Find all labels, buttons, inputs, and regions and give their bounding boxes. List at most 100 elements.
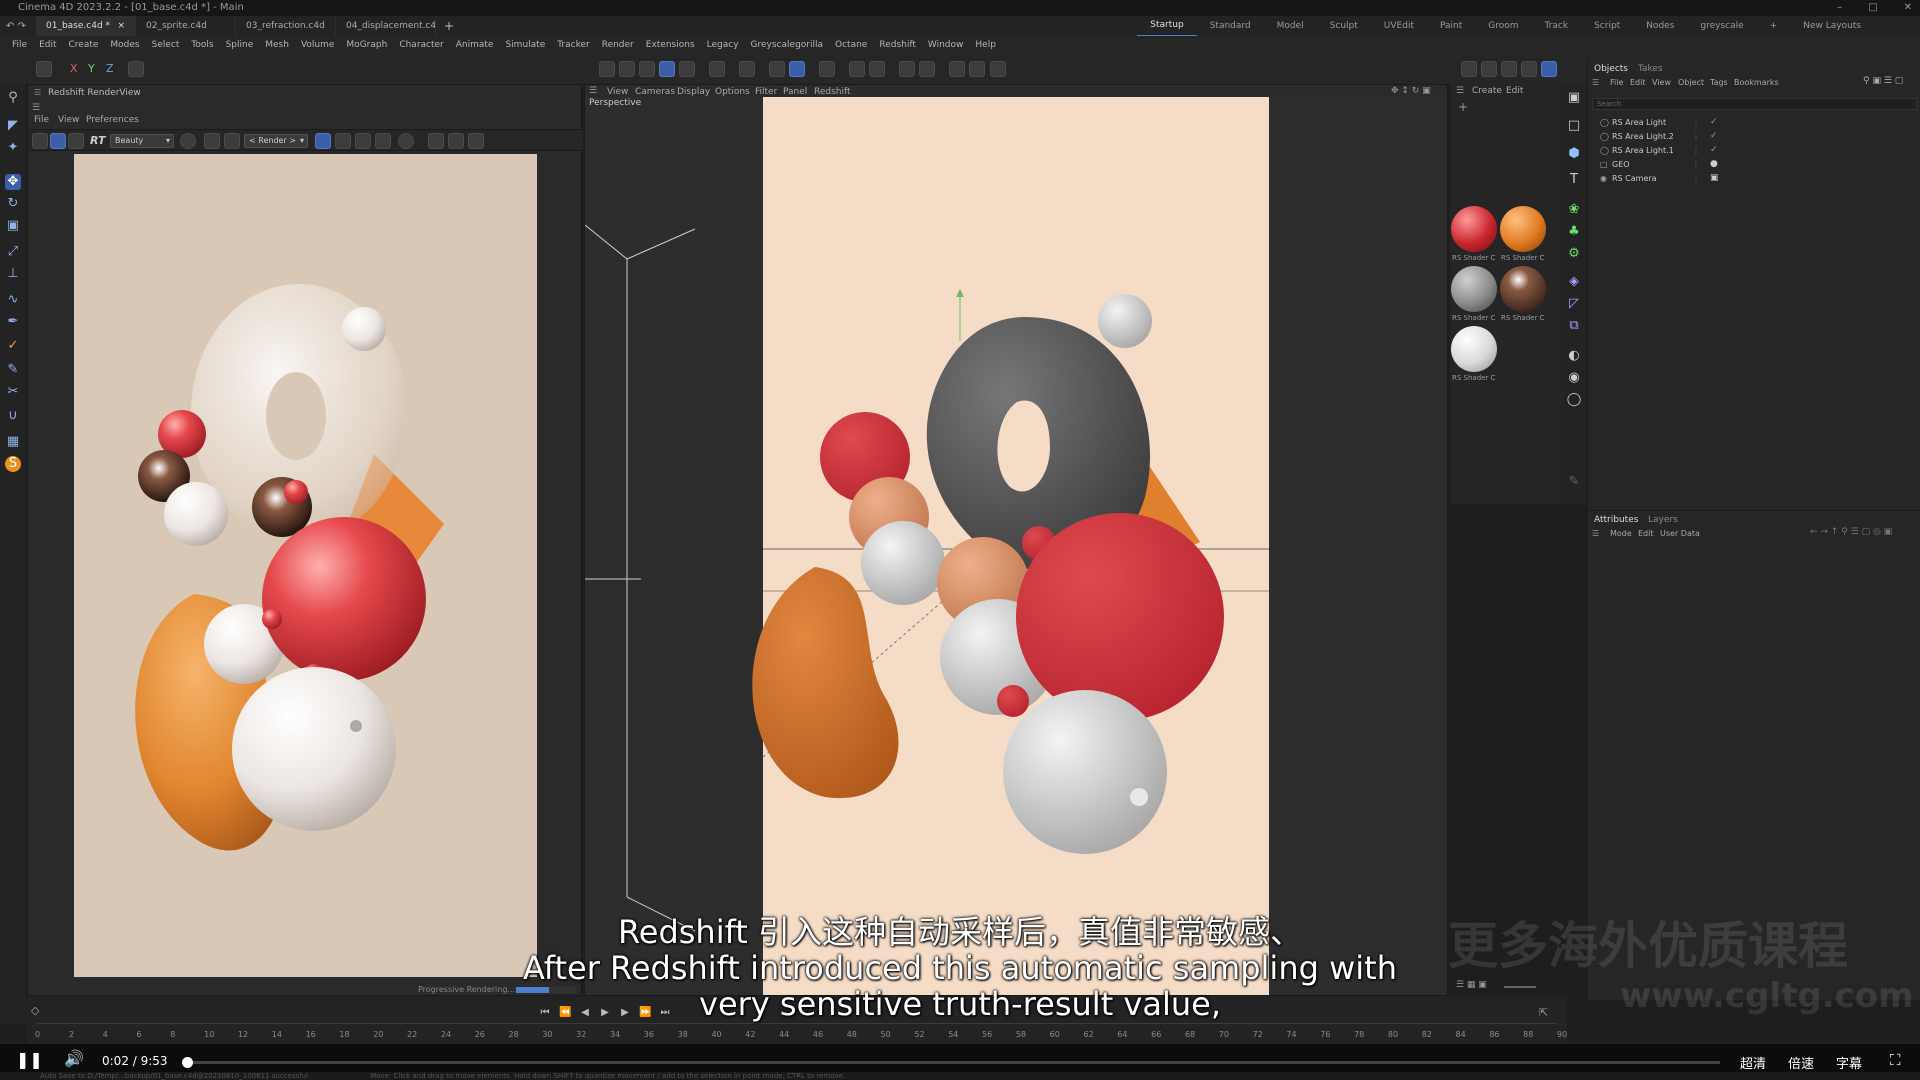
add-material-icon[interactable]: +	[1458, 100, 1468, 114]
om-search-icons[interactable]: ⚲ ▣ ☰ ▢	[1863, 76, 1903, 86]
material-swatch-4[interactable]	[1451, 326, 1497, 372]
visibility-dots[interactable]: ⋮	[1692, 158, 1700, 171]
timer-icon[interactable]	[969, 61, 985, 77]
material-swatch-1[interactable]	[1500, 206, 1546, 252]
menu-render[interactable]: Render	[596, 40, 640, 50]
paint-icon[interactable]: ✎	[5, 362, 21, 378]
pen-icon[interactable]: ✒	[5, 314, 21, 330]
visibility-dots[interactable]: ⋮	[1692, 130, 1700, 143]
om-menu-file[interactable]: File	[1610, 78, 1623, 87]
z-axis-toggle[interactable]: Z	[106, 62, 114, 75]
transform-icon[interactable]: ⤢	[5, 244, 21, 260]
save-image-icon[interactable]	[32, 133, 48, 149]
menu-edit[interactable]: Edit	[33, 40, 62, 50]
plugin-s-icon[interactable]: S	[5, 456, 21, 472]
attr-menu-mode[interactable]: Mode	[1610, 529, 1632, 538]
rt-toggle[interactable]: RT	[90, 134, 105, 147]
enabled-check-icon[interactable]: ✓	[1710, 116, 1718, 129]
material-menu-edit[interactable]: Edit	[1506, 86, 1523, 96]
effector-icon[interactable]	[949, 61, 965, 77]
viewport-canvas[interactable]	[585, 97, 1447, 995]
viewport-solo-icon[interactable]: ▣	[1566, 90, 1582, 106]
render-view-icon[interactable]	[599, 61, 615, 77]
sun-icon[interactable]	[375, 133, 391, 149]
om-menu-tags[interactable]: Tags	[1710, 78, 1728, 87]
aov-select[interactable]: Beauty ▾	[110, 134, 174, 148]
panel-handle-icon[interactable]: ☰	[34, 88, 41, 97]
menu-octane[interactable]: Octane	[829, 40, 873, 50]
material-swatch-0[interactable]	[1451, 206, 1497, 252]
object-row-geo[interactable]: □ GEO ⋮ ●	[1600, 158, 1910, 171]
maximize-icon[interactable]: □	[1868, 0, 1877, 16]
edit-icon[interactable]: ✎	[1566, 474, 1582, 490]
environment-icon[interactable]: ◐	[1566, 348, 1582, 364]
subtitle-button[interactable]: 字幕	[1836, 1053, 1862, 1072]
cube-icon[interactable]: ⬢	[1566, 146, 1582, 162]
measure-icon[interactable]: ▦	[5, 434, 21, 450]
object-row-area-light[interactable]: ◯ RS Area Light ⋮ ✓	[1600, 116, 1910, 129]
menu-legacy[interactable]: Legacy	[701, 40, 745, 50]
menu-select[interactable]: Select	[146, 40, 186, 50]
menu-spline[interactable]: Spline	[220, 40, 260, 50]
y-axis-toggle[interactable]: Y	[88, 62, 95, 75]
menu-tracker[interactable]: Tracker	[551, 40, 595, 50]
tab-objects[interactable]: Objects	[1594, 64, 1628, 74]
visibility-dots[interactable]: ⋮	[1692, 172, 1700, 185]
fit-icon[interactable]	[428, 133, 444, 149]
deformer-icon[interactable]: ⚙	[1566, 246, 1582, 262]
edge-mode-icon[interactable]	[679, 61, 695, 77]
minimize-icon[interactable]: –	[1837, 0, 1842, 16]
select-icon[interactable]: ◤	[5, 118, 21, 134]
object-row-area-light-1[interactable]: ◯ RS Area Light.1 ⋮ ✓	[1600, 144, 1910, 157]
coordinate-system-icon[interactable]	[128, 61, 144, 77]
spline-icon[interactable]: ◸	[1566, 296, 1582, 312]
attr-menu-icon[interactable]: ☰	[1592, 529, 1599, 538]
vp-menu-panel[interactable]: Panel	[783, 87, 807, 97]
menu-tools[interactable]: Tools	[185, 40, 219, 50]
menu-help[interactable]: Help	[969, 40, 1002, 50]
layout-tab-startup[interactable]: Startup	[1137, 15, 1197, 37]
vp-menu-filter[interactable]: Filter	[755, 87, 777, 97]
color-icon[interactable]	[180, 133, 196, 149]
vp-menu-redshift[interactable]: Redshift	[814, 87, 851, 97]
om-menu-bookmarks[interactable]: Bookmarks	[1734, 78, 1779, 87]
grid-snap-icon[interactable]	[769, 61, 785, 77]
material-swatch-2[interactable]	[1451, 266, 1497, 312]
camera-icon[interactable]	[899, 61, 915, 77]
target-icon[interactable]	[919, 61, 935, 77]
null-icon[interactable]: □	[1566, 118, 1582, 134]
object-row-rs-camera[interactable]: ◉ RS Camera ⋮ ▣	[1600, 172, 1910, 185]
snap-icon[interactable]	[739, 61, 755, 77]
spline-pen-icon[interactable]: ∿	[5, 292, 21, 308]
tab-layers[interactable]: Layers	[1648, 515, 1678, 525]
menu-redshift[interactable]: Redshift	[873, 40, 922, 50]
pause-icon[interactable]: ❚❚	[16, 1050, 43, 1069]
layout-tab-greyscale[interactable]: greyscale	[1687, 16, 1756, 36]
quality-button[interactable]: 超清	[1740, 1053, 1766, 1072]
brush-icon[interactable]: ✓	[5, 338, 21, 354]
generator-icon[interactable]: ❀	[1566, 202, 1582, 218]
redshift-icon[interactable]	[990, 61, 1006, 77]
add-layout-icon[interactable]: +	[1757, 16, 1791, 36]
axis-icon[interactable]: ⊥	[5, 266, 21, 282]
viewport-menu-icon[interactable]: ☰	[589, 86, 597, 96]
tab-close-icon[interactable]: ×	[117, 16, 125, 36]
grid-icon[interactable]	[204, 133, 220, 149]
layout-tab-nodes[interactable]: Nodes	[1633, 16, 1687, 36]
vp-menu-cameras[interactable]: Cameras	[635, 87, 675, 97]
enabled-check-icon[interactable]: ✓	[1710, 130, 1718, 143]
magnet-icon[interactable]: ∪	[5, 408, 21, 424]
scene-camera-icon[interactable]: ◉	[1566, 370, 1582, 386]
add-tab-icon[interactable]: +	[436, 19, 454, 33]
settings-icon[interactable]	[869, 61, 885, 77]
viewport-nav-icons[interactable]: ✥ ↕ ↻ ▣	[1391, 86, 1431, 96]
material-swatch-3[interactable]	[1500, 266, 1546, 312]
tab-takes[interactable]: Takes	[1638, 64, 1663, 74]
live-select-icon[interactable]: ✦	[5, 140, 21, 156]
menu-greyscalegorilla[interactable]: Greyscalegorilla	[745, 40, 829, 50]
doc-tab-0[interactable]: 01_base.c4d * ×	[36, 16, 136, 36]
tab-attributes[interactable]: Attributes	[1594, 515, 1638, 525]
move-icon[interactable]: ✥	[5, 174, 21, 190]
refresh-icon[interactable]	[68, 133, 84, 149]
playback-scrubber-handle[interactable]	[182, 1057, 194, 1068]
